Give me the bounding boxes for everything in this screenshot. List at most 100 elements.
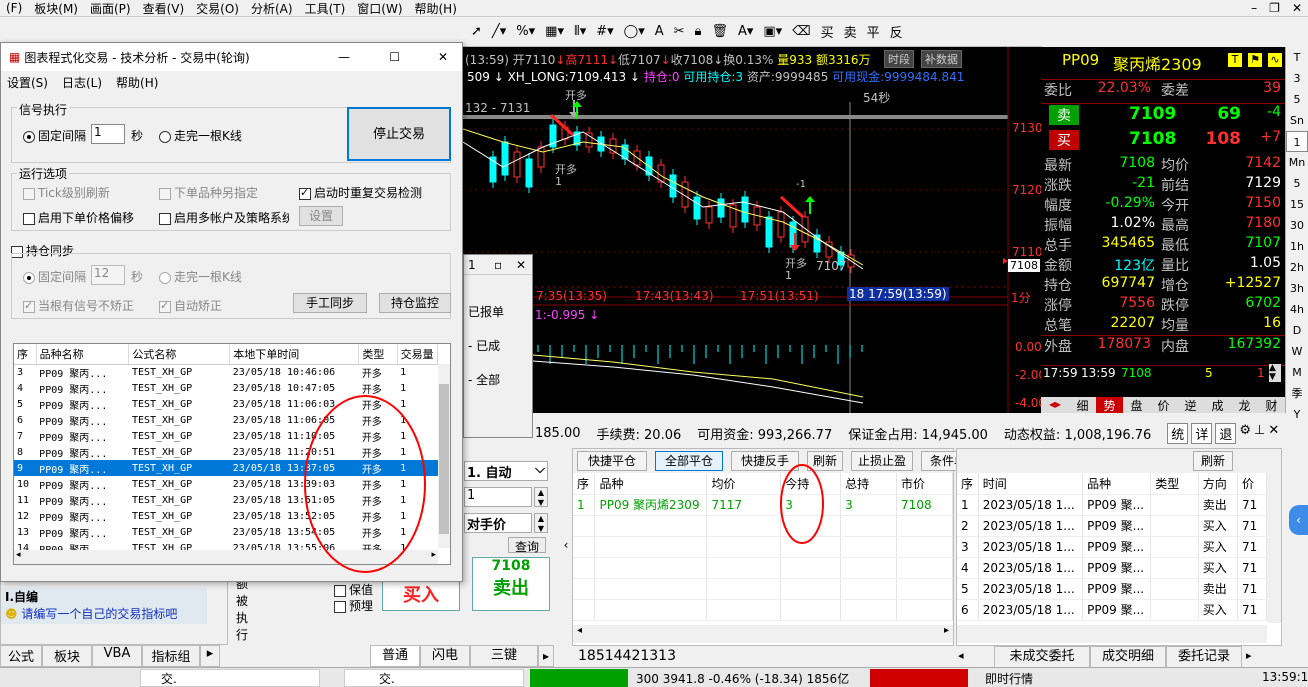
fills-col[interactable]: 方向 [1198,473,1239,495]
dialog-titlebar[interactable]: ▦ 图表程式化交易 - 技术分析 - 交易中(轮询) — ☐ ✕ [1,43,462,71]
quote-tab-trade[interactable]: 成 [1204,397,1231,413]
tab-flash[interactable]: 闪电 [420,645,470,667]
lock-icon[interactable]: 🔒︎ [692,24,705,39]
quote-tab-price[interactable]: 价 [1150,397,1177,413]
tab-three-key[interactable]: 三键 [470,645,538,667]
order-log-col[interactable]: 类型 [358,344,398,365]
popup-item-filled[interactable]: - 已成 [468,329,528,363]
protect-checkbox[interactable]: 保值 [334,581,373,598]
interval-input[interactable]: 1 [91,124,125,144]
settings-icon[interactable]: ⚙ [1239,423,1251,444]
period-btn[interactable]: Y [1286,404,1308,425]
fills-refresh-button[interactable]: 刷新 [1193,451,1233,471]
fills-tab-next-icon[interactable]: ▸ [1246,649,1252,662]
positions-col[interactable]: 市价 [896,473,953,495]
popup-item-reported[interactable]: 已报单 [468,295,528,329]
quote-tab-reverse[interactable]: 逆 [1177,397,1204,413]
fills-hscroll[interactable] [957,625,1267,643]
menu-trade[interactable]: 交易(O) [190,0,245,17]
pin-icon[interactable]: ⊥ [1254,423,1265,444]
menu-block[interactable]: 板块(M) [28,0,84,17]
fills-tab-prev-icon[interactable]: ◂ [958,649,964,662]
quote-tab-left-icon[interactable]: ◂▸ [1041,397,1069,413]
price-offset-checkbox[interactable]: 启用下单价格偏移 [23,209,134,226]
table-row[interactable]: 1 2023/05/18 1... PP09 聚... 卖出 71 [957,494,1267,516]
period-btn[interactable]: 1h [1286,236,1308,257]
side-expand-icon[interactable]: ‹ [1289,505,1308,535]
position-action-button[interactable]: 全部平仓 [655,451,723,471]
tab-unfilled[interactable]: 未成交委托 [994,646,1090,668]
chart-icon[interactable]: ∿ [1268,53,1282,67]
line-tool-icon[interactable]: ╱▾ [489,24,509,39]
hash-icon[interactable]: #▾ [593,24,616,39]
period-btn[interactable]: 5 [1286,89,1308,110]
radio-after-bar[interactable]: 走完一根K线 [159,127,242,144]
tab-block[interactable]: 板块 [42,645,92,667]
text-icon[interactable]: A [652,24,667,39]
sync-interval-input[interactable]: 12 [91,265,125,285]
order-log-vscroll[interactable] [438,364,450,548]
positions-col[interactable]: 均价 [706,473,782,495]
close-icon[interactable]: ✕ [1286,1,1308,15]
period-btn[interactable]: 3 [1286,68,1308,89]
radio-fixed-interval[interactable]: 固定间隔 [23,127,86,144]
fills-col[interactable]: 时间 [978,473,1084,495]
multi-account-checkbox[interactable]: 启用多帐户及策略系统 [159,209,289,226]
percent-icon[interactable]: %▾ [513,24,538,39]
panel-close-icon[interactable]: ✕ [1268,423,1279,444]
positions-col[interactable]: 总持 [840,473,898,495]
order-log-col[interactable]: 品种名称 [36,344,130,365]
position-action-button[interactable]: 止损止盈 [851,451,913,471]
period-btn[interactable]: Sn [1286,110,1308,131]
kline-chart[interactable]: (13:59) 开7110↓高7111↓低7107↓收7108↓换0.13% 量… [463,47,1046,438]
toolbar-reverse[interactable]: 反 [887,22,906,41]
popup-restore-icon[interactable]: ▫ [494,255,502,275]
flag-icon[interactable]: ⚑ [1248,53,1262,67]
tab-indicator-group[interactable]: 指标组 [142,645,200,667]
tab-normal[interactable]: 普通 [370,645,420,667]
period-btn[interactable]: 1 [1286,131,1308,152]
trash-icon[interactable]: 🗑︎ [708,24,731,39]
scroll-arrows-icon[interactable]: ▲ ▼ [1269,364,1281,382]
period-btn[interactable]: 30 [1286,215,1308,236]
preset-checkbox[interactable]: 预埋 [334,597,373,614]
menu-view[interactable]: 查看(V) [137,0,191,17]
minimize-icon[interactable]: – [1245,1,1263,15]
table-row[interactable]: 3 2023/05/18 1... PP09 聚... 买入 71 [957,536,1267,558]
period-btn[interactable]: M [1286,362,1308,383]
grid-icon[interactable]: ▦▾ [542,24,567,39]
detail-button[interactable]: 详 [1191,422,1213,444]
order-log-col[interactable]: 公式名称 [128,344,231,365]
qty-spinner-icon[interactable]: ▲ ▼ [534,487,548,507]
period-btn[interactable]: 5 [1286,173,1308,194]
table-row[interactable]: 1 PP09 聚丙烯2309 7117 3 3 7108 [573,494,953,516]
price-spinner-icon[interactable]: ▲ ▼ [534,513,548,533]
period-label[interactable]: 1分 [1011,289,1031,306]
menu-analysis[interactable]: 分析(A) [245,0,299,17]
dialog-minimize-icon[interactable]: — [338,50,350,64]
order-tab-next-icon[interactable]: ▸ [538,645,554,667]
period-btn[interactable]: T [1286,47,1308,68]
formula-section[interactable]: I.自编 [1,588,207,605]
circle-icon[interactable]: ◯▾ [621,24,648,39]
toolbar-close[interactable]: 平 [864,22,883,41]
tab-formula[interactable]: 公式 [0,645,42,667]
order-log-col[interactable]: 交易量 [397,344,439,365]
taskbar-app-1[interactable]: 交. [140,669,320,687]
position-monitor-button[interactable]: 持仓监控 [379,293,451,313]
menu-help[interactable]: 帮助(H) [409,0,463,17]
dialog-menu-help[interactable]: 帮助(H) [116,74,158,91]
toolbar-sell[interactable]: 卖 [841,22,860,41]
eraser-icon[interactable]: ⌫ [789,24,813,39]
collapse-left-icon[interactable]: ‹ [560,448,572,643]
popup-item-all[interactable]: - 全部 [468,363,528,397]
period-btn[interactable]: Mn [1286,152,1308,173]
quote-tab-dragon[interactable]: 龙 [1231,397,1258,413]
query-button[interactable]: 查询 [508,537,546,554]
buy-price[interactable]: 7108 [1129,129,1176,149]
qty-input[interactable]: 1 [464,487,532,507]
positions-scrollbar[interactable]: ◂ ▸ [573,625,953,643]
color-icon[interactable]: A▾ [735,24,756,39]
stats-button[interactable]: 统 [1167,422,1189,444]
table-row[interactable]: 6 2023/05/18 1... PP09 聚... 买入 71 [957,599,1267,621]
